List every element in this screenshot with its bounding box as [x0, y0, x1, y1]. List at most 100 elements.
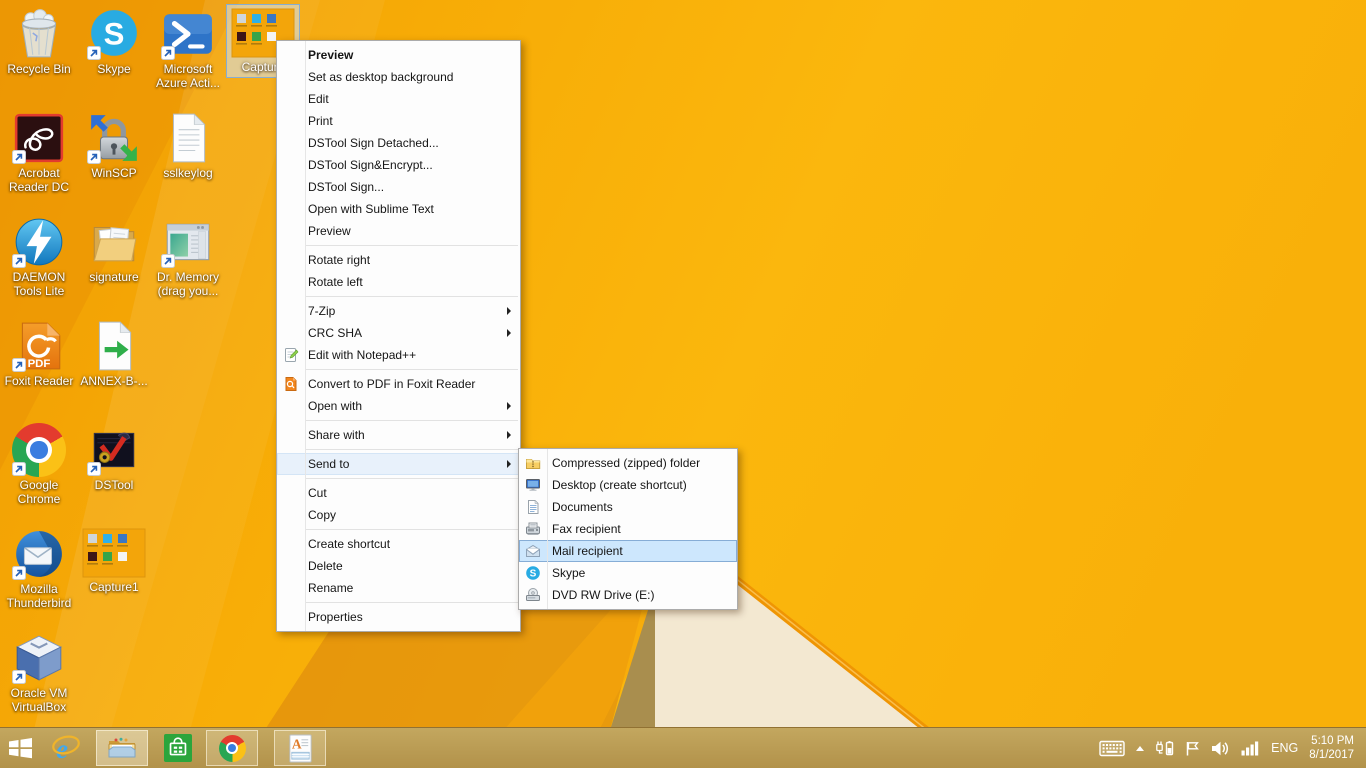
menu-item-documents[interactable]: Documents [519, 496, 737, 518]
menu-item-label: Compressed (zipped) folder [552, 456, 700, 470]
menu-item-dvd-rw-drive-e[interactable]: DVD RW Drive (E:) [519, 584, 737, 606]
desktop-icon-capture1[interactable]: Capture1 [77, 524, 151, 598]
desktop-icon-dstool[interactable]: DSTool [77, 420, 151, 496]
desktop-icon-label: Skype [78, 62, 150, 76]
menu-item-mail-recipient[interactable]: Mail recipient [519, 540, 737, 562]
taskbar-button-file-explorer[interactable] [96, 730, 148, 766]
menu-item-set-as-desktop-background[interactable]: Set as desktop background [277, 66, 520, 88]
shortcut-arrow-icon [87, 150, 101, 164]
submenu-arrow-icon [507, 460, 511, 468]
desktop-icon-google-chrome[interactable]: Google Chrome [2, 420, 76, 510]
network-icon[interactable] [1241, 740, 1260, 756]
menu-item-open-with-sublime-text[interactable]: Open with Sublime Text [277, 198, 520, 220]
submenu-arrow-icon [507, 402, 511, 410]
desktop-icon-mozilla-thunderbird[interactable]: Mozilla Thunderbird [2, 524, 76, 614]
taskbar-button-internet-explorer[interactable]: e [50, 728, 82, 768]
menu-item-edit[interactable]: Edit [277, 88, 520, 110]
menu-item-label: Open with Sublime Text [308, 202, 434, 216]
menu-item-preview[interactable]: Preview [277, 220, 520, 242]
menu-item-share-with[interactable]: Share with [277, 424, 520, 446]
menu-item-label: Delete [308, 559, 343, 573]
menu-item-skype[interactable]: SSkype [519, 562, 737, 584]
desktop-icon-label: ANNEX-B-... [78, 374, 150, 388]
menu-item-compressed-zipped-folder[interactable]: Compressed (zipped) folder [519, 452, 737, 474]
recycle-bin-icon [12, 7, 66, 61]
desktop-icon-annex-b[interactable]: ANNEX-B-... [77, 316, 151, 392]
start-icon [6, 734, 34, 762]
action-center-flag-icon[interactable] [1185, 740, 1200, 757]
hidden-icons-chevron-icon[interactable] [1136, 746, 1144, 751]
menu-item-label: CRC SHA [308, 326, 362, 340]
fax-icon [525, 521, 541, 537]
menu-item-desktop-create-shortcut[interactable]: Desktop (create shortcut) [519, 474, 737, 496]
taskbar-button-start[interactable] [6, 728, 34, 768]
power-icon[interactable] [1155, 739, 1174, 757]
taskbar-button-wordpad[interactable]: A [274, 730, 326, 766]
skype-mini-icon: S [525, 565, 541, 581]
menu-item-print[interactable]: Print [277, 110, 520, 132]
menu-item-7-zip[interactable]: 7-Zip [277, 300, 520, 322]
tray-icons [1099, 739, 1260, 757]
taskbar-button-google-chrome[interactable] [206, 730, 258, 766]
desktop-icon-acrobat-reader-dc[interactable]: Acrobat Reader DC [2, 108, 76, 198]
menu-separator [306, 449, 518, 450]
menu-item-dstool-sign-encrypt[interactable]: DSTool Sign&Encrypt... [277, 154, 520, 176]
language-indicator[interactable]: ENG [1271, 741, 1298, 755]
menu-item-label: Fax recipient [552, 522, 621, 536]
winscp-icon [87, 111, 141, 165]
desktop-icon-label: Mozilla Thunderbird [3, 582, 75, 610]
menu-item-convert-to-pdf-in-foxit-reader[interactable]: Convert to PDF in Foxit Reader [277, 373, 520, 395]
submenu-arrow-icon [507, 307, 511, 315]
menu-separator [306, 296, 518, 297]
desktop-icon-oracle-vm-virtualbox[interactable]: Oracle VM VirtualBox [2, 628, 76, 718]
desktop-icon-label: signature [78, 270, 150, 284]
menu-item-rotate-right[interactable]: Rotate right [277, 249, 520, 271]
menu-item-label: Properties [308, 610, 363, 624]
azure-powershell-icon [161, 7, 215, 61]
chrome-icon [219, 735, 246, 762]
notepadpp-icon [283, 347, 299, 363]
desktop-icon-recycle-bin[interactable]: Recycle Bin [2, 4, 76, 80]
menu-item-create-shortcut[interactable]: Create shortcut [277, 533, 520, 555]
menu-item-delete[interactable]: Delete [277, 555, 520, 577]
menu-item-label: Rotate left [308, 275, 363, 289]
menu-item-dstool-sign[interactable]: DSTool Sign... [277, 176, 520, 198]
menu-item-label: Rename [308, 581, 353, 595]
menu-item-properties[interactable]: Properties [277, 606, 520, 628]
desktop-icon-signature[interactable]: signature [77, 212, 151, 288]
menu-item-preview[interactable]: Preview [277, 44, 520, 66]
menu-item-open-with[interactable]: Open with [277, 395, 520, 417]
menu-item-dstool-sign-detached[interactable]: DSTool Sign Detached... [277, 132, 520, 154]
desktop-icon-winscp[interactable]: WinSCP [77, 108, 151, 184]
menu-item-rotate-left[interactable]: Rotate left [277, 271, 520, 293]
menu-item-cut[interactable]: Cut [277, 482, 520, 504]
daemon-icon [12, 215, 66, 269]
menu-separator [306, 245, 518, 246]
menu-item-edit-with-notepad[interactable]: Edit with Notepad++ [277, 344, 520, 366]
menu-item-rename[interactable]: Rename [277, 577, 520, 599]
desktop-icon-dr-memory-drag-you[interactable]: Dr. Memory (drag you... [151, 212, 225, 302]
taskbar-button-windows-store[interactable] [164, 728, 192, 768]
thunderbird-icon [12, 527, 66, 581]
drmemory-icon [161, 215, 215, 269]
touch-keyboard-icon[interactable] [1099, 740, 1125, 757]
desktop-monitor-icon [525, 477, 541, 493]
menu-item-label: DSTool Sign&Encrypt... [308, 158, 433, 172]
volume-icon[interactable] [1211, 740, 1230, 757]
menu-item-crc-sha[interactable]: CRC SHA [277, 322, 520, 344]
menu-item-fax-recipient[interactable]: Fax recipient [519, 518, 737, 540]
desktop-icon-daemon-tools-lite[interactable]: DAEMON Tools Lite [2, 212, 76, 302]
submenu-icon-gutter-line [547, 449, 548, 609]
desktop-icon-skype[interactable]: SSkype [77, 4, 151, 80]
desktop-icon-label: DAEMON Tools Lite [3, 270, 75, 298]
menu-item-label: Open with [308, 399, 362, 413]
desktop-icon-microsoft-azure-acti[interactable]: Microsoft Azure Acti... [151, 4, 225, 94]
menu-item-label: Set as desktop background [308, 70, 453, 84]
shortcut-arrow-icon [87, 462, 101, 476]
menu-item-copy[interactable]: Copy [277, 504, 520, 526]
taskbar-clock[interactable]: 5:10 PM 8/1/2017 [1309, 734, 1354, 762]
desktop-icon-label: Microsoft Azure Acti... [152, 62, 224, 90]
menu-item-send-to[interactable]: Send to [277, 453, 520, 475]
desktop-icon-foxit-reader[interactable]: PDFFoxit Reader [2, 316, 76, 392]
desktop-icon-sslkeylog[interactable]: sslkeylog [151, 108, 225, 184]
